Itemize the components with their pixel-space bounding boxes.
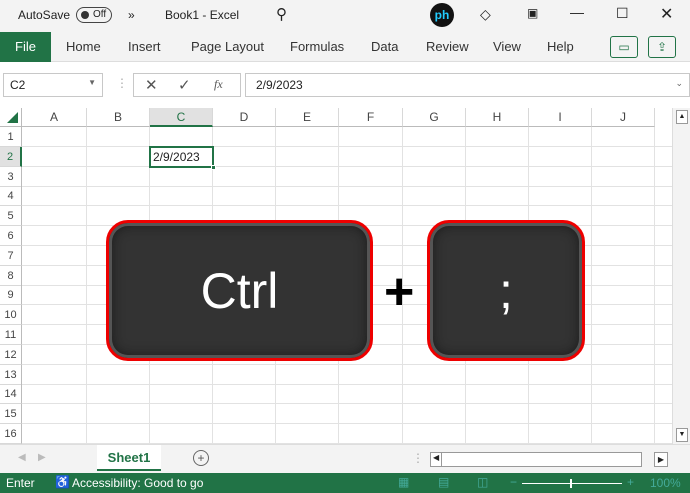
split-handle-icon[interactable]: ⋮: [412, 451, 424, 465]
zoom-out-icon[interactable]: −: [510, 475, 517, 489]
horizontal-scrollbar[interactable]: ◀: [430, 452, 642, 467]
row-header-8[interactable]: 8: [0, 265, 22, 286]
minimize-icon[interactable]: —: [570, 4, 584, 20]
scroll-right-icon[interactable]: ▶: [654, 452, 668, 467]
title-bar: AutoSave Off » Book1 - Excel ⚲ ph ◇ ▣ — …: [0, 0, 690, 32]
tab-page-layout[interactable]: Page Layout: [191, 32, 264, 62]
prev-sheet-icon[interactable]: ◀: [18, 452, 26, 463]
tab-file[interactable]: File: [0, 32, 51, 62]
ribbon-display-icon[interactable]: ▣: [527, 6, 538, 20]
row-header-6[interactable]: 6: [0, 226, 22, 246]
autosave-toggle[interactable]: Off: [76, 7, 112, 23]
zoom-level[interactable]: 100%: [650, 476, 681, 490]
row-header-4[interactable]: 4: [0, 186, 22, 207]
grid-line: [22, 146, 672, 147]
tab-data[interactable]: Data: [371, 32, 398, 62]
cell-mode: Enter: [6, 476, 35, 490]
vertical-scrollbar[interactable]: ▲ ▼: [672, 108, 690, 444]
row-header-13[interactable]: 13: [0, 364, 22, 385]
row-header-16[interactable]: 16: [0, 424, 22, 444]
formula-buttons: ✕ ✓ fx: [133, 73, 241, 97]
row-header-12[interactable]: 12: [0, 344, 22, 365]
grid-line: [22, 205, 672, 207]
cancel-icon[interactable]: ✕: [145, 76, 158, 94]
separator-icon: ⋮: [116, 76, 128, 90]
enter-icon[interactable]: ✓: [178, 76, 191, 94]
tab-review[interactable]: Review: [426, 32, 469, 62]
zoom-slider[interactable]: [522, 479, 622, 488]
semicolon-key-graphic: ;: [427, 220, 585, 361]
column-header-g[interactable]: G: [403, 108, 466, 127]
plus-sign: +: [384, 263, 415, 321]
status-bar: Enter ♿ Accessibility: Good to go ▦ ▤ ◫ …: [0, 473, 690, 493]
more-commands[interactable]: »: [128, 8, 135, 22]
ribbon-tabs: File Home Insert Page Layout Formulas Da…: [0, 32, 690, 62]
page-break-view-icon[interactable]: ◫: [477, 475, 488, 489]
accessibility-icon: ♿: [55, 475, 70, 489]
add-sheet-button[interactable]: +: [193, 450, 209, 466]
page-layout-view-icon[interactable]: ▤: [438, 475, 449, 489]
row-header-9[interactable]: 9: [0, 285, 22, 306]
column-header-c[interactable]: C: [150, 108, 213, 127]
formula-input[interactable]: 2/9/2023 ⌄: [245, 73, 690, 97]
column-header-h[interactable]: H: [466, 108, 529, 127]
select-all-button[interactable]: [0, 108, 22, 127]
scroll-down-icon[interactable]: ▼: [676, 428, 688, 442]
formula-bar: C2 ▼ ⋮ ✕ ✓ fx 2/9/2023 ⌄: [0, 62, 690, 108]
grid-line: [22, 185, 672, 187]
tab-home[interactable]: Home: [66, 32, 101, 62]
column-header-d[interactable]: D: [213, 108, 276, 127]
ctrl-key-graphic: Ctrl: [106, 220, 373, 361]
grid-line: [22, 165, 672, 167]
column-header-i[interactable]: I: [529, 108, 592, 127]
grid-line: [22, 403, 672, 405]
column-header-f[interactable]: F: [339, 108, 403, 127]
autosave-label: AutoSave: [18, 8, 71, 22]
search-icon[interactable]: ⚲: [276, 5, 287, 23]
column-header-j[interactable]: J: [592, 108, 655, 127]
tab-insert[interactable]: Insert: [128, 32, 161, 62]
row-header-5[interactable]: 5: [0, 206, 22, 227]
document-title: Book1 - Excel: [165, 8, 240, 22]
grid-line: [22, 363, 672, 365]
normal-view-icon[interactable]: ▦: [398, 475, 409, 489]
share-icon[interactable]: ⇪: [648, 36, 676, 58]
sheet-tab-sheet1[interactable]: Sheet1: [97, 445, 161, 471]
row-header-7[interactable]: 7: [0, 245, 22, 266]
column-header-a[interactable]: A: [22, 108, 87, 127]
close-icon[interactable]: ✕: [660, 4, 673, 24]
diamond-icon[interactable]: ◇: [480, 6, 491, 23]
comments-icon[interactable]: ▭: [610, 36, 638, 58]
row-header-10[interactable]: 10: [0, 305, 22, 326]
row-header-11[interactable]: 11: [0, 325, 22, 345]
logo-icon: ph: [430, 3, 454, 27]
accessibility-status[interactable]: Accessibility: Good to go: [72, 476, 203, 490]
tab-view[interactable]: View: [493, 32, 521, 62]
scroll-up-icon[interactable]: ▲: [676, 110, 688, 124]
tab-help[interactable]: Help: [547, 32, 574, 62]
maximize-icon[interactable]: ☐: [616, 5, 629, 22]
row-header-1[interactable]: 1: [0, 127, 22, 147]
row-header-3[interactable]: 3: [0, 166, 22, 187]
row-header-15[interactable]: 15: [0, 404, 22, 425]
column-header-e[interactable]: E: [276, 108, 339, 127]
grid-line: [22, 423, 672, 425]
name-box[interactable]: C2 ▼: [3, 73, 103, 97]
grid-line: [22, 383, 672, 385]
zoom-in-icon[interactable]: +: [627, 475, 634, 489]
cell-c2[interactable]: 2/9/2023: [149, 146, 216, 170]
sheet-tab-bar: ◀ ▶ Sheet1 + ⋮ ◀ ▶: [0, 444, 690, 473]
row-header-2[interactable]: 2: [0, 146, 22, 167]
row-header-14[interactable]: 14: [0, 384, 22, 405]
next-sheet-icon[interactable]: ▶: [38, 452, 46, 463]
tab-formulas[interactable]: Formulas: [290, 32, 344, 62]
column-header-b[interactable]: B: [87, 108, 150, 127]
insert-function-icon[interactable]: fx: [214, 77, 223, 92]
